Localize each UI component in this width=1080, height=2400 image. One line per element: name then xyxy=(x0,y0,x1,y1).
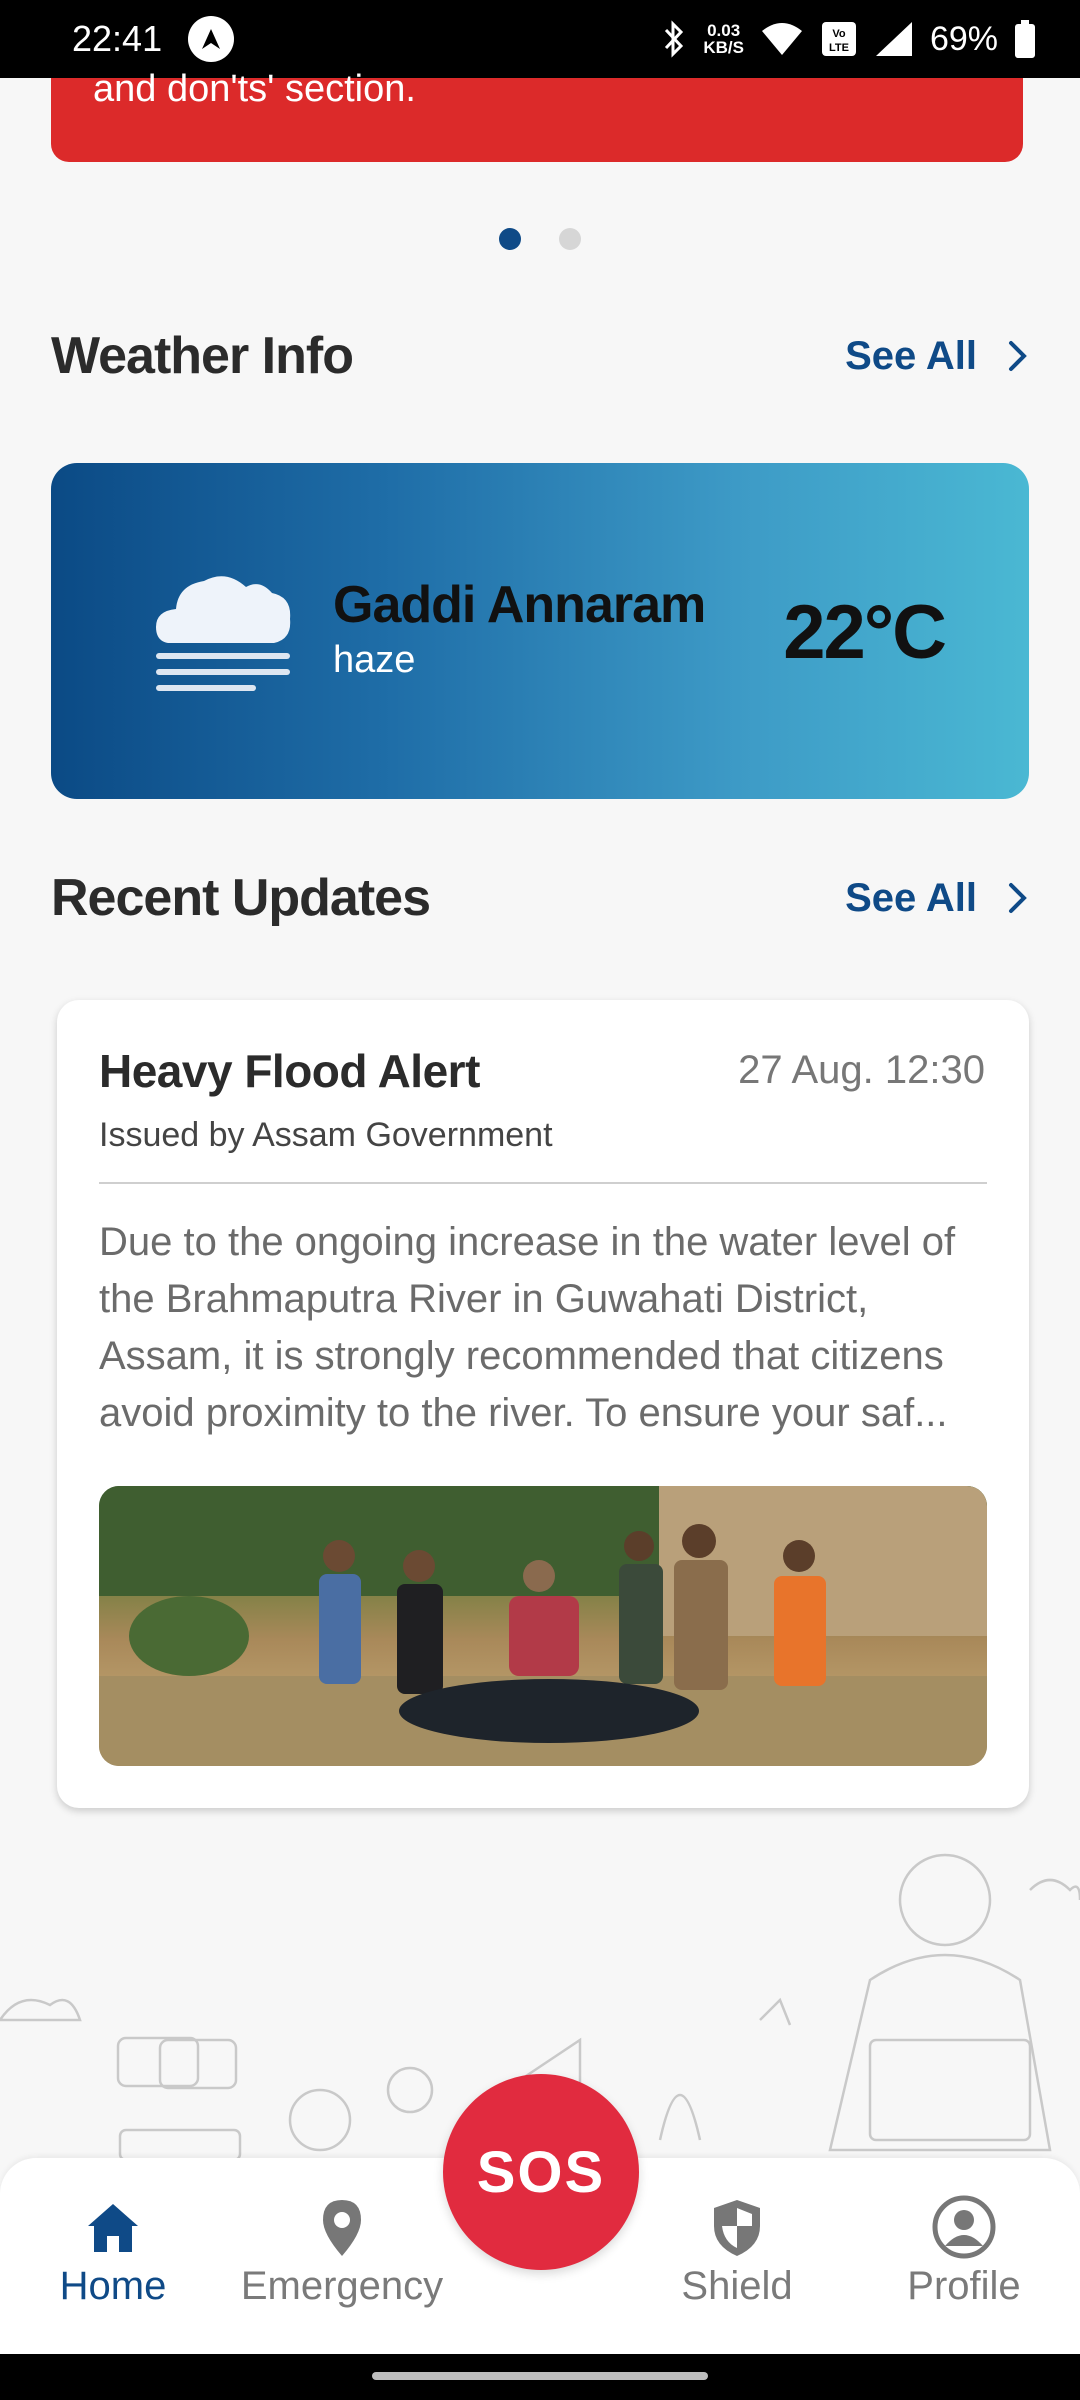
update-time: 27 Aug. 12:30 xyxy=(738,1048,985,1092)
updates-section-header: Recent Updates See All xyxy=(51,868,1029,928)
see-all-label: See All xyxy=(845,875,977,920)
speed-value: 0.03 xyxy=(707,21,741,40)
haze-cloud-icon xyxy=(156,576,291,691)
nav-item-profile[interactable]: Profile xyxy=(854,2194,1074,2309)
see-all-label: See All xyxy=(845,333,977,378)
update-card[interactable]: Heavy Flood Alert 27 Aug. 12:30 Issued b… xyxy=(57,1000,1029,1808)
nav-item-home[interactable]: Home xyxy=(3,2194,223,2309)
gesture-handle[interactable] xyxy=(372,2372,708,2380)
divider xyxy=(99,1182,987,1184)
update-issuer: Issued by Assam Government xyxy=(99,1116,553,1154)
location-pin-icon xyxy=(323,2200,361,2256)
carousel-dot-active[interactable] xyxy=(499,228,521,250)
weather-condition: haze xyxy=(333,639,416,681)
gesture-area xyxy=(0,2354,1080,2400)
shield-icon xyxy=(714,2200,760,2256)
weather-card[interactable]: Gaddi Annaram haze 22°C xyxy=(51,463,1029,799)
status-left: 22:41 xyxy=(72,16,235,62)
speed-unit: KB/S xyxy=(703,38,744,57)
battery-icon xyxy=(1015,20,1035,58)
nav-item-shield[interactable]: Shield xyxy=(627,2194,847,2309)
volte-icon: Vo LTE xyxy=(821,22,856,56)
carousel-dot[interactable] xyxy=(559,228,581,250)
weather-location: Gaddi Annaram xyxy=(333,576,706,634)
weather-text: Gaddi Annaram haze xyxy=(333,575,706,682)
status-bar: 22:41 0.03 KB/S Vo LTE 69% xyxy=(0,0,1080,78)
sos-label: SOS xyxy=(476,2139,606,2205)
nav-label-shield: Shield xyxy=(681,2264,793,2308)
alert-banner-text: and don'ts' section. xyxy=(93,68,416,110)
network-speed: 0.03 KB/S xyxy=(703,22,744,56)
update-body: Due to the ongoing increase in the water… xyxy=(99,1220,956,1435)
weather-section-title: Weather Info xyxy=(51,327,354,385)
status-right: 0.03 KB/S Vo LTE 69% xyxy=(661,19,1036,59)
wifi-icon xyxy=(761,23,802,55)
updates-see-all-link[interactable]: See All xyxy=(845,876,1029,921)
sos-button[interactable]: SOS xyxy=(443,2074,639,2270)
nav-label-profile: Profile xyxy=(907,2264,1021,2308)
bluetooth-icon xyxy=(665,20,684,58)
update-title: Heavy Flood Alert xyxy=(99,1045,480,1097)
weather-section-header: Weather Info See All xyxy=(51,326,1029,386)
svg-text:LTE: LTE xyxy=(829,42,849,54)
navigation-arrow-icon xyxy=(188,16,235,62)
signal-icon xyxy=(875,22,912,56)
svg-text:Vo: Vo xyxy=(832,28,846,40)
chevron-right-icon xyxy=(1009,341,1027,371)
nav-label-emergency: Emergency xyxy=(240,2264,444,2308)
home-icon xyxy=(88,2204,138,2252)
battery-percent: 69% xyxy=(929,19,998,58)
carousel-dots xyxy=(0,228,1080,250)
nav-label-home: Home xyxy=(59,2264,167,2308)
flood-rescue-photo[interactable] xyxy=(99,1486,987,1766)
nav-item-emergency[interactable]: Emergency xyxy=(232,2194,452,2309)
weather-temperature: 22°C xyxy=(783,590,947,675)
weather-see-all-link[interactable]: See All xyxy=(845,334,1029,379)
chevron-right-icon xyxy=(1009,883,1027,913)
alert-banner[interactable]: and don'ts' section. xyxy=(51,70,1023,162)
status-time: 22:41 xyxy=(72,18,163,59)
updates-section-title: Recent Updates xyxy=(51,869,431,927)
profile-icon xyxy=(932,2195,996,2259)
